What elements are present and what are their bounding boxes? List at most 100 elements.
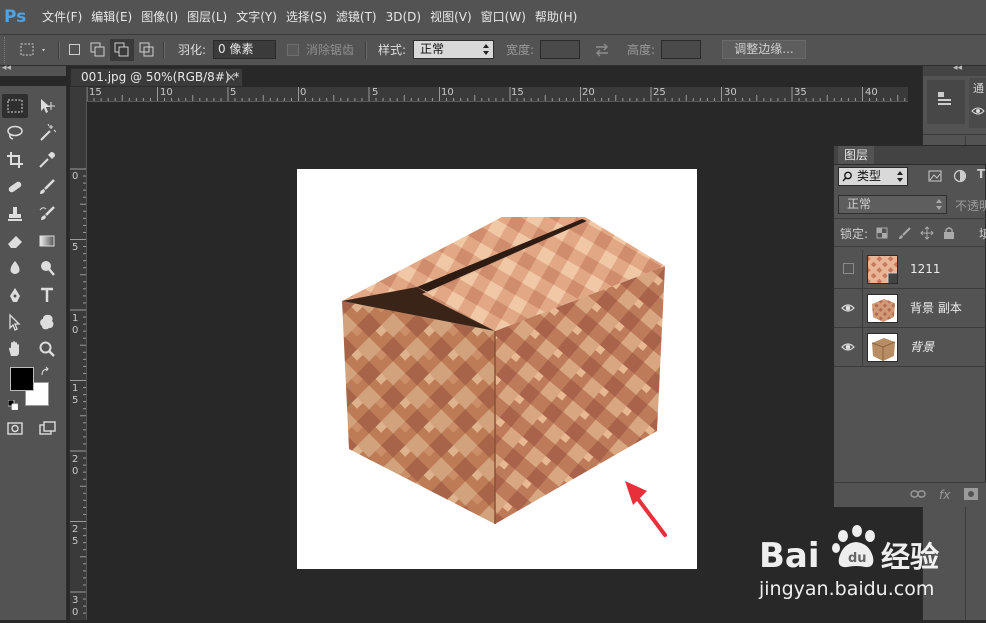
layer-row[interactable]: 背景: [834, 328, 986, 367]
feather-input[interactable]: 0 像素: [213, 40, 276, 59]
path-selection-tool[interactable]: [2, 310, 28, 334]
ruler-left-label: 2 0: [72, 454, 79, 477]
new-selection-icon[interactable]: [69, 44, 80, 55]
tools-collapse-bar[interactable]: ◂◂: [0, 63, 66, 76]
hand-tool[interactable]: [2, 337, 28, 361]
type-icon: [41, 287, 53, 302]
dock-tab[interactable]: 通: [969, 78, 986, 128]
link-icon[interactable]: [910, 489, 926, 499]
blend-mode-dropdown[interactable]: 正常: [838, 195, 947, 214]
ruler-top-label: 30: [724, 87, 737, 98]
menu-items: 文件(F) 编辑(E) 图像(I) 图层(L) 文字(Y) 选择(S) 滤镜(T…: [42, 0, 586, 34]
close-tab-icon[interactable]: ×: [226, 69, 236, 86]
dodge-tool[interactable]: [34, 256, 60, 280]
subtract-selection-icon[interactable]: [110, 39, 134, 61]
hand-icon: [9, 341, 19, 356]
crop-tool[interactable]: [2, 148, 28, 172]
menu-select[interactable]: 选择(S): [286, 0, 336, 34]
layers-panel-footer: fx: [834, 482, 986, 507]
ps-logo: Ps: [4, 7, 27, 27]
menu-3d[interactable]: 3D(D): [386, 0, 430, 34]
menu-bar: Ps 文件(F) 编辑(E) 图像(I) 图层(L) 文字(Y) 选择(S) 滤…: [0, 0, 986, 35]
stamp-icon: [8, 207, 22, 221]
antialias-checkbox[interactable]: [287, 44, 299, 56]
shape-icon: [40, 314, 54, 330]
add-selection-icon[interactable]: [90, 42, 106, 61]
menu-edit[interactable]: 编辑(E): [91, 0, 141, 34]
eye-icon[interactable]: [841, 340, 855, 354]
eraser-tool[interactable]: [2, 229, 28, 253]
divider: [834, 246, 986, 247]
ruler-top-label: 35: [794, 87, 807, 98]
zoom-tool[interactable]: [34, 337, 60, 361]
divider: [923, 134, 986, 135]
lock-transparent-icon[interactable]: [876, 227, 888, 239]
eye-icon[interactable]: [841, 301, 855, 315]
menu-image[interactable]: 图像(I): [141, 0, 187, 34]
layers-tab[interactable]: 图层: [838, 146, 875, 164]
filter-adjustment-icon[interactable]: [953, 169, 967, 183]
layer-visibility-toggle[interactable]: [843, 263, 854, 274]
layer-row[interactable]: 1211: [834, 250, 986, 289]
history-brush-tool[interactable]: [34, 202, 60, 226]
menu-file[interactable]: 文件(F): [42, 0, 91, 34]
menu-view[interactable]: 视图(V): [430, 0, 481, 34]
svg-text:Bai: Bai: [759, 536, 820, 576]
quick-mask-button[interactable]: [2, 416, 28, 440]
menu-type[interactable]: 文字(Y): [236, 0, 286, 34]
screen-mode-button[interactable]: [34, 416, 60, 440]
filter-pixel-icon[interactable]: [928, 170, 942, 182]
height-input[interactable]: [661, 40, 701, 59]
collapse-arrows-icon: ◂◂: [2, 63, 12, 73]
layer-thumbnail: [867, 255, 898, 284]
svg-text:jingyan.baidu.com: jingyan.baidu.com: [758, 578, 934, 600]
dock-collapse-bar[interactable]: ◂◂: [923, 63, 986, 76]
move-tool[interactable]: [34, 94, 60, 118]
mask-icon[interactable]: [964, 488, 978, 500]
menu-window[interactable]: 窗口(W): [481, 0, 535, 34]
rectangular-marquee-tool[interactable]: [2, 94, 28, 118]
menu-layer[interactable]: 图层(L): [187, 0, 236, 34]
magic-wand-tool[interactable]: [34, 121, 60, 145]
lock-position-icon[interactable]: [920, 226, 934, 240]
divider: [862, 289, 863, 327]
style-dropdown[interactable]: 正常: [413, 40, 494, 59]
layer-thumbnail: [867, 333, 898, 362]
type-tool[interactable]: [34, 283, 60, 307]
width-input[interactable]: [540, 40, 580, 59]
swap-colors-icon[interactable]: [40, 366, 52, 381]
lasso-tool[interactable]: [2, 121, 28, 145]
gradient-tool[interactable]: [34, 229, 60, 253]
layer-filter-dropdown[interactable]: 类型: [838, 167, 908, 186]
document-canvas[interactable]: [297, 169, 697, 569]
pen-tool[interactable]: [2, 283, 28, 307]
swap-icon[interactable]: [594, 43, 610, 60]
intersect-selection-icon[interactable]: [139, 42, 155, 61]
filter-type-icon[interactable]: T: [977, 167, 985, 181]
healing-brush-tool[interactable]: [2, 175, 28, 199]
clone-stamp-tool[interactable]: [2, 202, 28, 226]
menu-filter[interactable]: 滤镜(T): [336, 0, 386, 34]
updown-arrow-icon: [483, 44, 489, 55]
lock-pixels-icon[interactable]: [898, 226, 912, 240]
menu-help[interactable]: 帮助(H): [535, 0, 586, 34]
dock-panel-button[interactable]: [927, 80, 965, 124]
lock-all-icon[interactable]: [943, 226, 955, 240]
eyedropper-tool[interactable]: [34, 148, 60, 172]
ruler-top-label: 10: [160, 87, 173, 98]
ruler-top-label: 10: [441, 87, 454, 98]
default-colors-icon[interactable]: [7, 399, 19, 413]
custom-shape-tool[interactable]: [34, 310, 60, 334]
document-tab[interactable]: 001.jpg @ 50%(RGB/8#) * ×: [70, 68, 243, 87]
blur-tool[interactable]: [2, 256, 28, 280]
ruler-left-label: 1 0: [72, 313, 79, 336]
fx-icon[interactable]: fx: [939, 488, 950, 502]
layer-row[interactable]: 背景 副本: [834, 289, 986, 328]
tool-preset-picker[interactable]: [18, 41, 48, 59]
refine-edge-button[interactable]: 调整边缘...: [722, 40, 806, 59]
separator: [163, 41, 165, 59]
lock-label: 锁定:: [840, 227, 869, 241]
style-label: 样式:: [378, 43, 407, 57]
brush-tool[interactable]: [34, 175, 60, 199]
ruler-top-label: 20: [582, 87, 595, 98]
